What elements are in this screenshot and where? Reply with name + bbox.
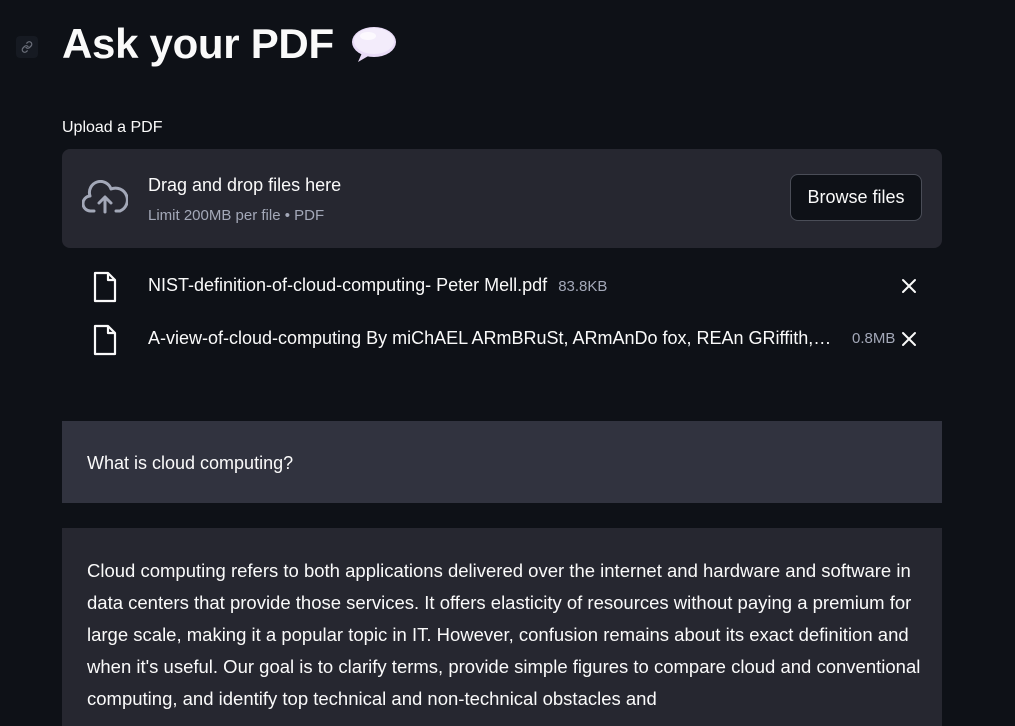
dropzone-instructions: Drag and drop files here: [148, 175, 342, 195]
file-size: 83.8KB: [558, 278, 608, 295]
upload-label: Upload a PDF: [62, 119, 163, 136]
answer-text: Cloud computing refers to both applicati…: [87, 560, 921, 709]
file-name: A-view-of-cloud-computing By miChAEL ARm…: [148, 328, 832, 348]
assistant-answer-message: Cloud computing refers to both applicati…: [62, 528, 942, 726]
question-text: What is cloud computing?: [87, 453, 294, 473]
file-icon: [92, 324, 118, 356]
close-icon: [902, 332, 916, 346]
uploaded-file-item: A-view-of-cloud-computing By miChAEL ARm…: [62, 319, 942, 359]
file-size: 0.8MB: [852, 330, 896, 347]
close-icon: [902, 279, 916, 293]
uploaded-file-item: NIST-definition-of-cloud-computing- Pete…: [62, 266, 942, 306]
page-title-text: Ask your PDF: [62, 20, 334, 67]
user-question-message: What is cloud computing?: [62, 421, 942, 503]
remove-file-button[interactable]: [898, 275, 920, 297]
page-title: Ask your PDF: [62, 20, 398, 68]
remove-file-button[interactable]: [898, 328, 920, 350]
browse-files-button[interactable]: Browse files: [790, 174, 922, 221]
file-name: NIST-definition-of-cloud-computing- Pete…: [148, 275, 548, 295]
file-dropzone[interactable]: Drag and drop files here Limit 200MB per…: [62, 149, 942, 248]
file-icon: [92, 271, 118, 303]
link-icon[interactable]: [16, 36, 38, 58]
file-name-row: NIST-definition-of-cloud-computing- Pete…: [148, 275, 607, 296]
app-page: Ask your PDF Upload a PDF Drag and drop …: [0, 0, 1015, 726]
cloud-upload-icon: [81, 179, 129, 216]
dropzone-limit-text: Limit 200MB per file • PDF: [148, 207, 325, 224]
speech-balloon-icon: [350, 24, 398, 64]
